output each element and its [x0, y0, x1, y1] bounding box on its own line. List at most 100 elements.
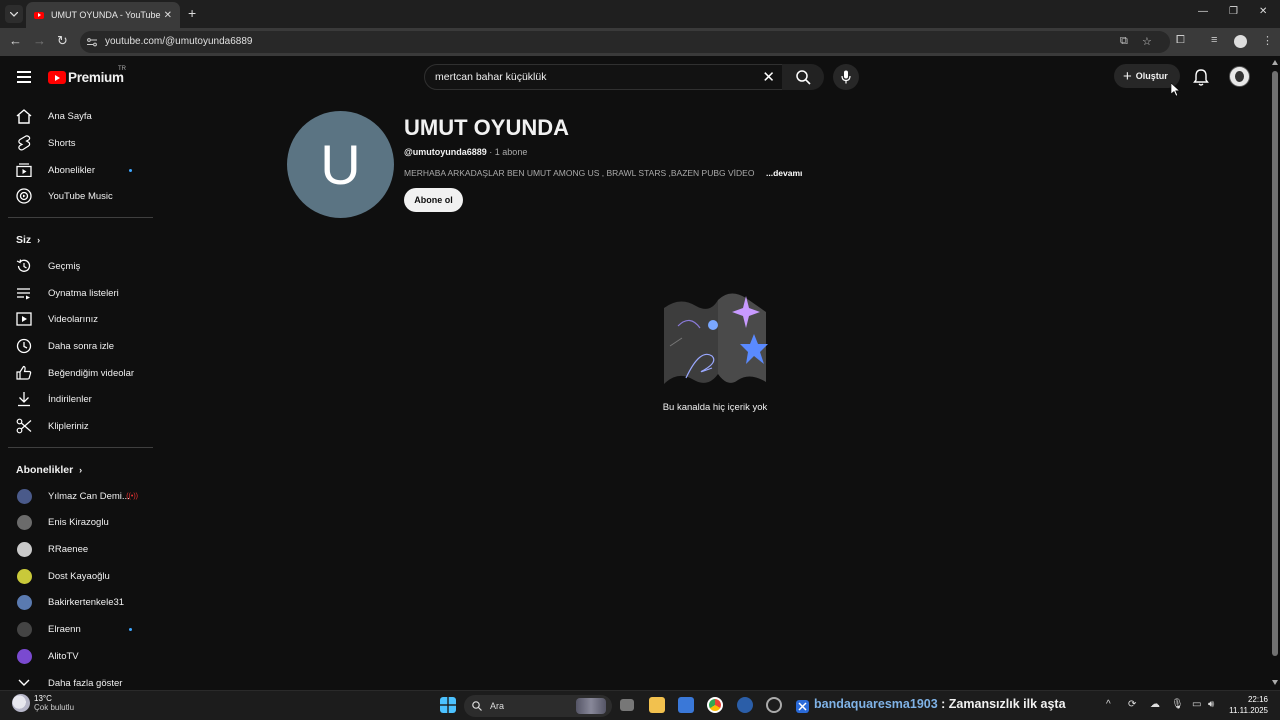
section-title: Siz [16, 234, 32, 246]
sidebar-item-playlists[interactable]: Oynatma listeleri [8, 280, 156, 306]
sidebar-item-label: AlitoTV [48, 650, 79, 662]
sync-icon[interactable]: ⟳ [1128, 699, 1136, 710]
sidebar-item-youtube-music[interactable]: YouTube Music [8, 183, 156, 209]
file-explorer-icon[interactable] [649, 697, 665, 713]
sidebar-subscription-item[interactable]: Dost Kayaoğlu [8, 563, 156, 589]
sidebar-subscription-item[interactable]: Elraenn [8, 616, 156, 642]
weather-widget[interactable]: 13°C Çok bulutlu [12, 694, 74, 712]
microphone-icon[interactable]: 🎙︎ [1171, 699, 1184, 710]
chrome-icon[interactable] [707, 697, 723, 713]
channel-meta: @umutoyunda6889 · 1 abone [404, 147, 527, 157]
sidebar-item-your-videos[interactable]: Videolarınız [8, 306, 156, 332]
logo-region: TR [118, 66, 126, 72]
back-icon[interactable]: ← [9, 33, 22, 48]
new-content-dot [129, 168, 132, 172]
system-clock[interactable]: 22:16 11.11.2025 [1222, 694, 1268, 716]
browser-menu-icon[interactable]: ⋮ [1262, 34, 1273, 47]
sidebar-item-label: RRaenee [48, 543, 89, 555]
channel-handle: @umutoyunda6889 [404, 147, 487, 157]
app-icon[interactable] [766, 697, 782, 713]
account-avatar[interactable] [1229, 66, 1250, 87]
minimize-icon[interactable]: — [1198, 6, 1208, 17]
sidebar-item-clips[interactable]: Klipleriniz [8, 413, 156, 439]
search-button[interactable] [782, 64, 824, 90]
clear-search-icon[interactable]: ✕ [762, 68, 775, 86]
notifications-bell-icon[interactable] [1193, 68, 1209, 86]
sidebar-item-downloads[interactable]: İndirilenler [8, 386, 156, 412]
channel-description[interactable]: MERHABA ARKADAŞLAR BEN UMUT AMONG US , B… [404, 168, 754, 178]
sidebar-item-watch-later[interactable]: Daha sonra izle [8, 333, 156, 359]
channel-avatar [16, 594, 32, 610]
home-icon [16, 108, 32, 124]
new-tab-button[interactable]: + [188, 5, 196, 21]
task-view-icon[interactable] [620, 699, 634, 711]
chevron-right-icon: › [79, 465, 83, 475]
sidebar-subscription-item[interactable]: AlitoTV [8, 643, 156, 669]
sidebar-item-shorts[interactable]: Shorts [8, 130, 156, 156]
windows-start-icon[interactable] [440, 697, 456, 713]
scroll-up-icon[interactable] [1272, 60, 1278, 65]
sidebar-item-history[interactable]: Geçmiş [8, 253, 156, 279]
maximize-icon[interactable]: ❐ [1229, 6, 1238, 17]
sidebar-subscription-item[interactable]: Enis Kirazoglu [8, 509, 156, 535]
channel-avatar [16, 648, 32, 664]
sidebar-subscription-item[interactable]: Yılmaz Can Demi... ((•)) [8, 483, 156, 509]
menu-icon[interactable] [17, 71, 31, 83]
sidebar-item-label: Klipleriniz [48, 420, 89, 432]
tab-search-button[interactable] [5, 5, 23, 23]
sidebar-subscription-item[interactable]: Bakirkertenkele31 [8, 589, 156, 615]
cloud-icon[interactable]: ☁ [1150, 699, 1160, 710]
chevron-up-icon[interactable]: ^ [1106, 699, 1111, 710]
volume-icon[interactable]: 🔊︎ [1208, 699, 1214, 710]
sidebar-item-label: Beğendiğim videolar [48, 367, 135, 379]
sidebar-item-label: Abonelikler [48, 164, 95, 176]
network-icon[interactable]: ▭ [1192, 699, 1201, 710]
browser-tab[interactable]: UMUT OYUNDA - YouTube ✕ [26, 2, 180, 28]
media-control-icon[interactable]: ≡ [1211, 34, 1217, 46]
forward-icon[interactable]: → [33, 33, 46, 48]
install-app-icon[interactable]: ⧉ [1120, 35, 1128, 48]
chat-username: bandaquaresma1903 [814, 697, 938, 711]
site-info-icon[interactable] [86, 36, 98, 48]
sidebar-item-liked-videos[interactable]: Beğendiğim videolar [8, 360, 156, 386]
app-icon[interactable] [737, 697, 753, 713]
sidebar-item-label: Enis Kirazoglu [48, 516, 109, 528]
scroll-thumb[interactable] [1272, 71, 1278, 656]
empty-channel-illustration [664, 293, 768, 384]
scroll-down-icon[interactable] [1272, 680, 1278, 685]
stream-chat-message: bandaquaresma1903 : Zamansızlık ilk aşta [814, 697, 1066, 711]
extensions-icon[interactable]: ⧠ [1176, 34, 1185, 47]
close-window-icon[interactable]: ✕ [1259, 6, 1267, 17]
youtube-premium-logo[interactable]: Premium TR [48, 66, 126, 85]
sidebar-item-label: Yılmaz Can Demi... [48, 490, 130, 502]
stream-chat-icon [796, 700, 809, 713]
sidebar-subscription-item[interactable]: RRaenee [8, 536, 156, 562]
taskbar-search[interactable]: Ara [464, 695, 612, 717]
voice-search-button[interactable] [833, 64, 859, 90]
sidebar-item-label: YouTube Music [48, 190, 113, 202]
subscribe-button[interactable]: Abone ol [404, 188, 463, 212]
you-section-header[interactable]: Siz › [16, 234, 40, 246]
channel-avatar [16, 621, 32, 637]
sidebar-item-label: İndirilenler [48, 393, 92, 405]
divider [8, 217, 153, 218]
reload-icon[interactable]: ↻ [57, 33, 68, 49]
like-icon [16, 365, 32, 380]
profile-icon[interactable] [1234, 35, 1247, 48]
chevron-right-icon: › [37, 235, 41, 245]
microsoft-store-icon[interactable] [678, 697, 694, 713]
sidebar-item-label: Ana Sayfa [48, 110, 92, 122]
description-more-link[interactable]: ...devamı [766, 168, 802, 178]
divider [8, 447, 153, 448]
close-tab-icon[interactable]: ✕ [164, 10, 172, 21]
address-bar[interactable]: youtube.com/@umutoyunda6889 ⧉ ☆ [80, 31, 1170, 53]
search-input[interactable]: mertcan bahar küçüklük ✕ [424, 64, 784, 90]
browser-toolbar: ← → ↻ youtube.com/@umutoyunda6889 ⧉ ☆ ⧠ … [0, 28, 1280, 56]
page-scrollbar[interactable] [1270, 56, 1280, 690]
subscriptions-section-header[interactable]: Abonelikler › [16, 464, 82, 476]
sidebar-item-subscriptions[interactable]: Abonelikler [8, 157, 156, 183]
sidebar-item-home[interactable]: Ana Sayfa [8, 103, 156, 129]
bookmark-star-icon[interactable]: ☆ [1142, 35, 1152, 48]
channel-avatar-large[interactable]: U [287, 111, 394, 218]
sidebar-item-label: Elraenn [48, 623, 81, 635]
